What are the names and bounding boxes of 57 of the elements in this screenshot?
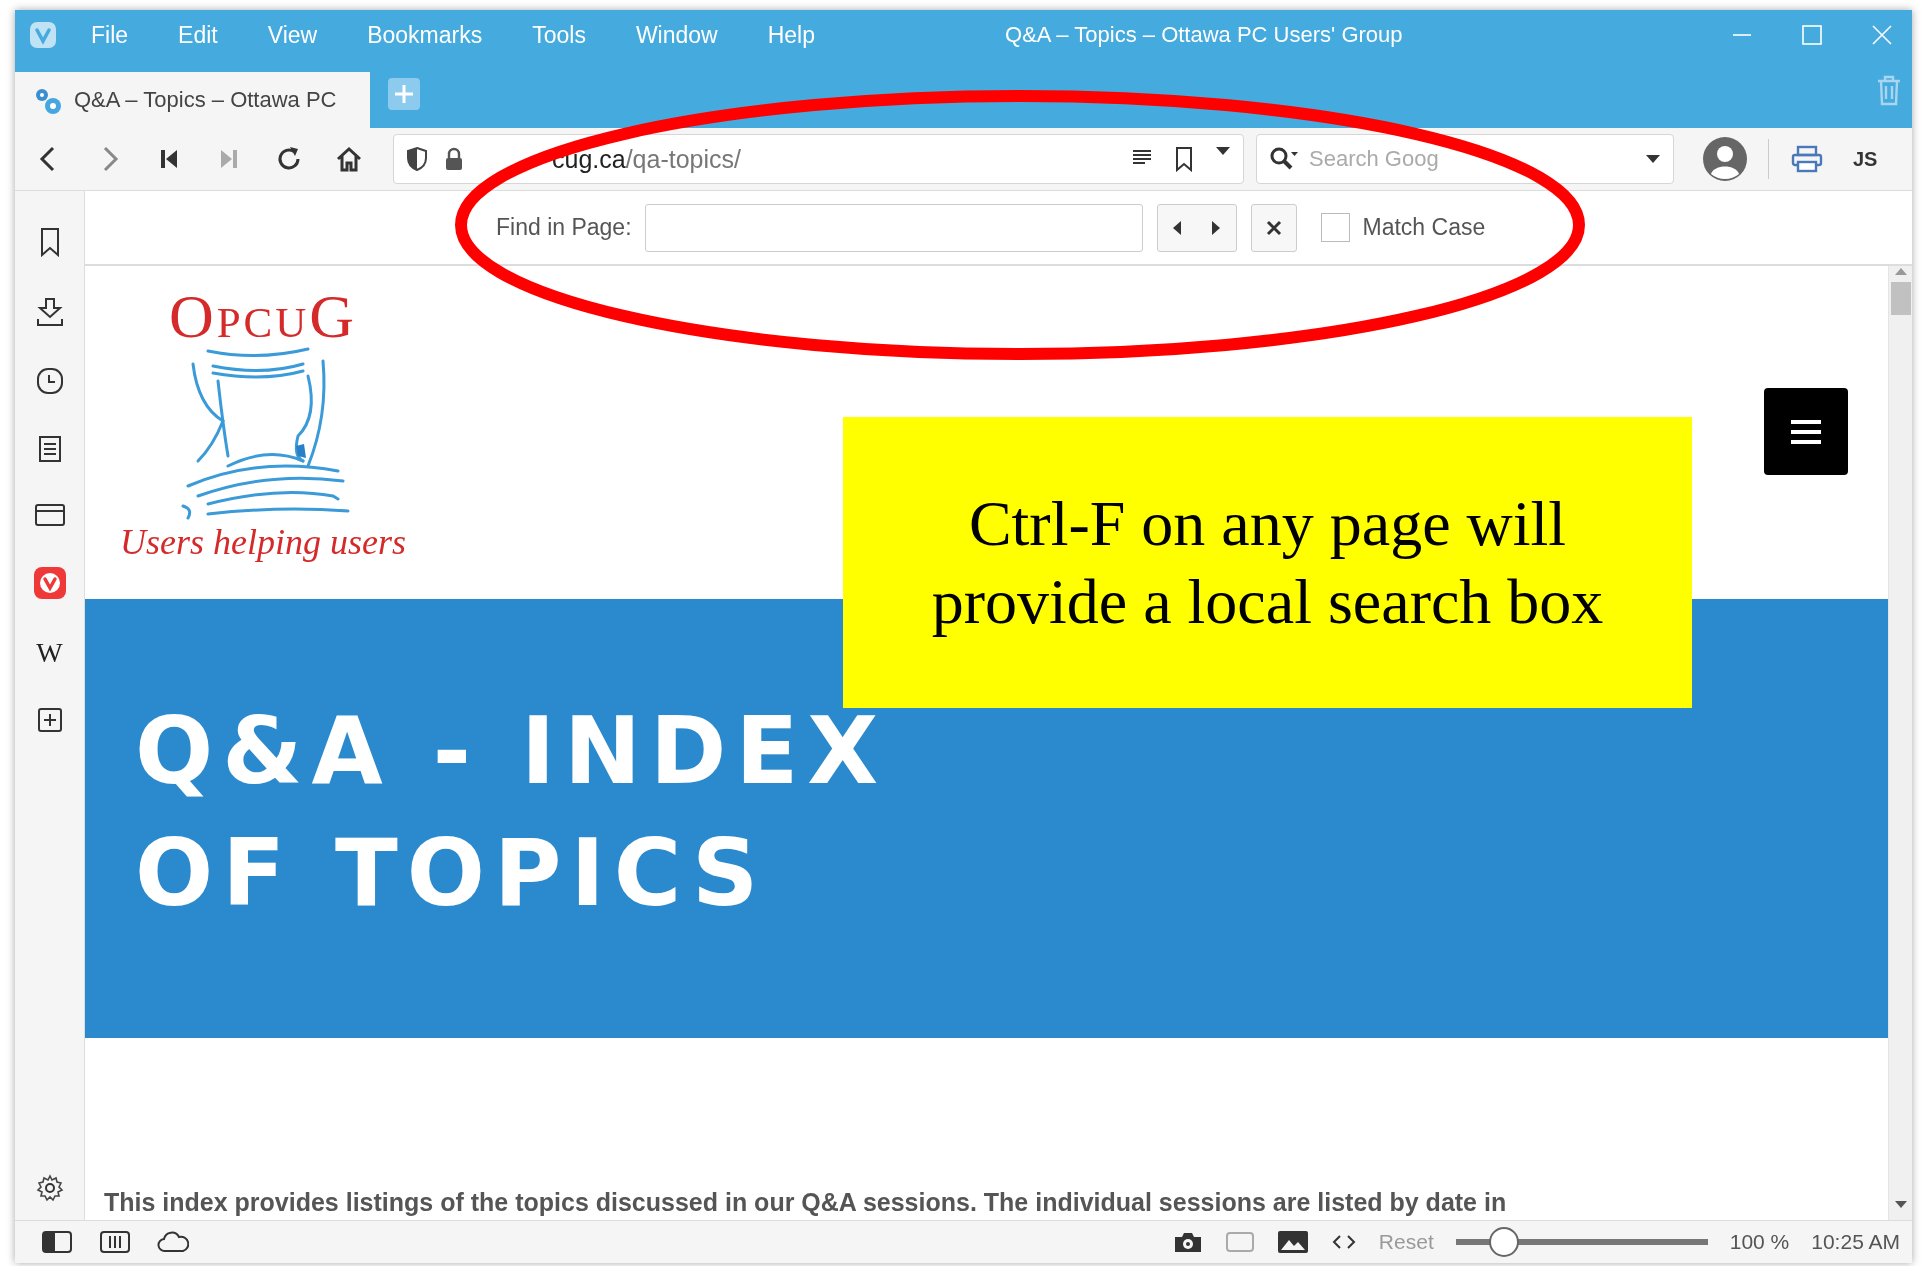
scroll-down-icon[interactable]: [1893, 1200, 1908, 1210]
menu-item[interactable]: Tools: [532, 21, 586, 49]
menu-button[interactable]: [1764, 388, 1848, 475]
close-icon: [1265, 219, 1282, 236]
dropdown-icon[interactable]: [1645, 154, 1661, 164]
zoom-level-text: 100 %: [1729, 1230, 1790, 1254]
menu-item[interactable]: Window: [635, 21, 718, 49]
match-case-checkbox[interactable]: [1320, 213, 1350, 242]
scrollbar[interactable]: [1888, 266, 1912, 1220]
window-title: Q&A – Topics – Ottawa PC Users' Group: [1005, 22, 1403, 48]
banner-heading: OF TOPICS: [135, 818, 769, 929]
logo-title: OpcuG: [168, 286, 358, 346]
browser-tab[interactable]: Q&A – Topics – Ottawa PC: [15, 72, 370, 128]
tiling-icon[interactable]: [99, 1230, 131, 1254]
previous-match-icon[interactable]: [1171, 219, 1184, 236]
clock-text: 10:25 AM: [1811, 1230, 1900, 1254]
shield-icon: [406, 146, 428, 172]
intro-paragraph: This index provides listings of the topics discussed in our Q&A sessions. The individual sessions are listed by date in: [104, 1188, 1508, 1217]
menu-item[interactable]: Edit: [178, 21, 218, 49]
close-icon[interactable]: [1872, 25, 1892, 45]
camera-icon[interactable]: [1172, 1230, 1203, 1254]
annotation-callout: Ctrl-F on any page will provide a local search box: [843, 417, 1692, 708]
profile-avatar-icon[interactable]: [1702, 136, 1748, 182]
find-label: Find in Page:: [496, 214, 632, 241]
settings-icon[interactable]: [35, 1174, 64, 1202]
cloud-icon[interactable]: [157, 1231, 189, 1253]
web-panel-button[interactable]: W: [36, 639, 63, 667]
printer-icon[interactable]: [1791, 145, 1823, 173]
window-icon[interactable]: [33, 503, 66, 527]
logo-tagline: Users helping users: [120, 522, 406, 562]
menu-item[interactable]: View: [267, 21, 318, 49]
menu-item[interactable]: File: [91, 21, 129, 49]
download-icon[interactable]: [35, 297, 64, 327]
menu-item[interactable]: Help: [767, 21, 815, 49]
bookmark-icon[interactable]: [1175, 146, 1193, 172]
home-icon[interactable]: [334, 144, 364, 174]
add-panel-icon[interactable]: [36, 707, 63, 733]
page-tiles-icon[interactable]: [1224, 1231, 1255, 1253]
find-input[interactable]: [644, 203, 1143, 252]
scrollbar-thumb[interactable]: [1890, 282, 1911, 315]
zoom-reset-button[interactable]: Reset: [1378, 1230, 1434, 1254]
notes-icon[interactable]: [37, 435, 62, 463]
bookmark-icon[interactable]: [38, 227, 61, 257]
clock-icon[interactable]: [35, 367, 64, 395]
search-icon[interactable]: [1269, 146, 1299, 172]
code-icon[interactable]: [1330, 1233, 1357, 1251]
panel-toggle-icon[interactable]: [41, 1230, 73, 1254]
image-icon[interactable]: [1276, 1230, 1309, 1254]
javascript-toggle[interactable]: JS: [1853, 147, 1878, 171]
dropdown-icon[interactable]: [1215, 146, 1231, 156]
close-find-button[interactable]: [1250, 203, 1297, 252]
vivaldi-logo-icon[interactable]: [33, 567, 66, 599]
search-field[interactable]: Search Goog: [1256, 134, 1674, 184]
lock-icon: [444, 147, 464, 171]
match-case-label[interactable]: Match Case: [1362, 214, 1486, 241]
menu-icon: [1789, 417, 1823, 446]
menu-item[interactable]: Bookmarks: [367, 21, 483, 49]
